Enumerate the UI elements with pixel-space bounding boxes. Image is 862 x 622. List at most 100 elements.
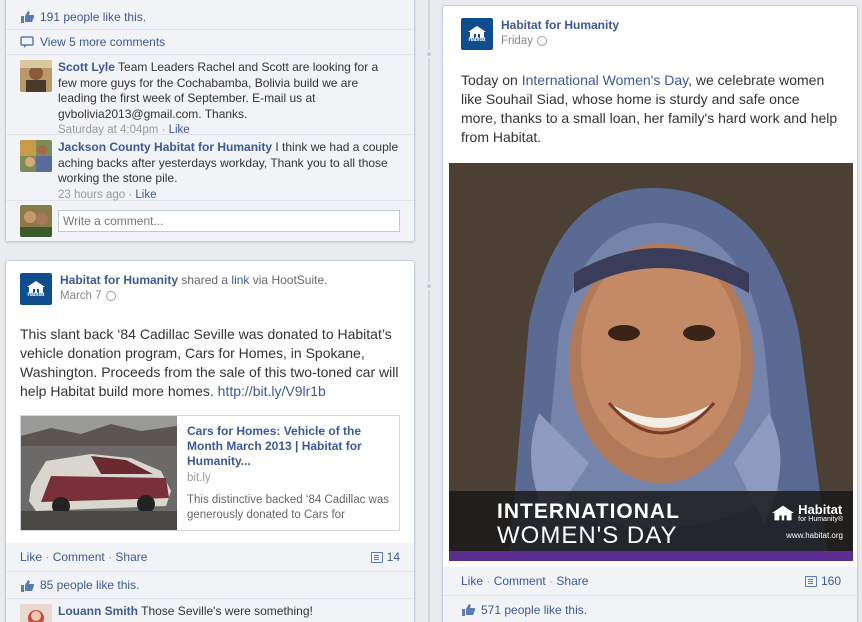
comment-item: Scott Lyle Team Leaders Rachel and Scott… xyxy=(6,54,414,136)
womens-day-banner: INTERNATIONAL WOMEN'S DAY xyxy=(497,501,680,549)
view-more-row[interactable]: View 5 more comments xyxy=(6,29,414,54)
comment-button[interactable]: Comment xyxy=(53,550,105,564)
likes-row: 191 people like this. xyxy=(6,0,414,29)
likes-count-link[interactable]: 191 people like this. xyxy=(40,10,146,24)
post-header: Habitat Habitat for Humanity shared a li… xyxy=(6,261,414,305)
link-preview-text: Cars for Homes: Vehicle of the Month Mar… xyxy=(177,416,399,530)
via-text: via HootSuite. xyxy=(252,273,328,287)
avatar[interactable] xyxy=(20,60,52,92)
thumbs-up-icon xyxy=(21,579,34,592)
sep: · xyxy=(549,574,554,588)
comment-count[interactable]: 14 xyxy=(370,550,400,564)
comment-item: Louann Smith Those Seville's were someth… xyxy=(6,598,414,622)
post-actions: Like · Comment · Share 14 xyxy=(6,543,414,571)
comment-body: Scott Lyle Team Leaders Rachel and Scott… xyxy=(58,60,400,136)
post-date[interactable]: March 7 xyxy=(60,290,102,302)
avatar[interactable] xyxy=(20,140,52,172)
post-date[interactable]: Friday xyxy=(501,35,533,47)
like-button[interactable]: Like xyxy=(20,550,42,564)
share-button[interactable]: Share xyxy=(556,574,588,588)
link-preview-domain: bit.ly xyxy=(187,472,211,484)
house-icon xyxy=(468,25,486,38)
comment-count-icon xyxy=(370,551,383,563)
action-links: Like · Comment · Share xyxy=(461,574,588,588)
comment-body: Louann Smith Those Seville's were someth… xyxy=(58,604,313,622)
logo-text: Habitat xyxy=(27,291,45,298)
share-button[interactable]: Share xyxy=(115,550,147,564)
like-button[interactable]: Like xyxy=(461,574,483,588)
post-header-text: Habitat for Humanity Friday xyxy=(501,18,619,50)
thumbs-up-icon xyxy=(21,11,34,23)
view-more-comments-link[interactable]: View 5 more comments xyxy=(40,35,165,49)
commenter-name[interactable]: Scott Lyle xyxy=(58,60,115,74)
link-preview-desc: This distinctive backed ‘84 Cadillac was… xyxy=(187,494,389,521)
ufi-section: Like · Comment · Share 160 571 people li… xyxy=(443,567,857,622)
likes-count-link[interactable]: 85 people like this. xyxy=(40,578,139,592)
link-preview-title[interactable]: Cars for Homes: Vehicle of the Month Mar… xyxy=(187,424,389,469)
post-actions: Like · Comment · Share 160 xyxy=(443,567,857,595)
banner-line2: WOMEN'S DAY xyxy=(497,522,678,549)
sep: · xyxy=(486,574,491,588)
comment-meta: 23 hours ago · Like xyxy=(58,188,157,201)
post-photo[interactable]: INTERNATIONAL WOMEN'S DAY Habitat for Hu… xyxy=(449,163,853,561)
comment-button[interactable]: Comment xyxy=(494,574,546,588)
post-card-cadillac: Habitat Habitat for Humanity shared a li… xyxy=(5,260,415,622)
house-icon xyxy=(27,280,45,293)
brand-url: www.habitat.org xyxy=(786,531,843,540)
globe-icon xyxy=(536,36,547,46)
post-card-previous: 191 people like this. View 5 more commen… xyxy=(5,0,415,242)
page-name-link[interactable]: Habitat for Humanity xyxy=(501,18,619,32)
sep: · xyxy=(45,550,50,564)
comment-body: Jackson County Habitat for Humanity I th… xyxy=(58,140,400,201)
post-card-womens-day: Habitat Habitat for Humanity Friday Toda… xyxy=(442,5,858,622)
globe-icon xyxy=(105,291,116,301)
timeline-spine xyxy=(428,0,430,622)
post-meta: Friday xyxy=(501,35,619,47)
post-body-pre: Today on xyxy=(461,72,522,88)
habitat-logo-icon[interactable]: Habitat xyxy=(20,273,52,305)
post-header: Habitat Habitat for Humanity Friday xyxy=(443,6,857,50)
ufi-section: Like · Comment · Share 14 85 people like… xyxy=(6,543,414,622)
comment-count-value: 14 xyxy=(386,550,400,564)
post-body-text: This slant back ‘84 Cadillac Seville was… xyxy=(20,326,399,399)
avatar[interactable] xyxy=(20,604,52,622)
car-image[interactable] xyxy=(21,416,177,530)
link-preview[interactable]: Cars for Homes: Vehicle of the Month Mar… xyxy=(20,415,400,531)
comment-meta: Saturday at 4:04pm · Like xyxy=(58,124,190,136)
comment-time[interactable]: 23 hours ago xyxy=(58,189,125,201)
brand-name: Habitat xyxy=(798,502,843,517)
comment-icon xyxy=(20,35,34,48)
commenter-name[interactable]: Jackson County Habitat for Humanity xyxy=(58,140,272,154)
timeline-dot xyxy=(425,50,433,58)
post-body: This slant back ‘84 Cadillac Seville was… xyxy=(6,325,414,401)
likes-row: 571 people like this. xyxy=(443,595,857,622)
avatar xyxy=(20,204,52,237)
post-body: Today on International Women's Day, we c… xyxy=(443,71,857,147)
shared-text: shared a xyxy=(181,273,229,287)
post-body-link[interactable]: International Women's Day xyxy=(522,72,688,88)
comment-item: Jackson County Habitat for Humanity I th… xyxy=(6,134,414,201)
likes-row: 85 people like this. xyxy=(6,571,414,598)
write-comment-row xyxy=(6,200,414,240)
ufi-section: 191 people like this. View 5 more commen… xyxy=(6,0,414,241)
sep: · xyxy=(108,550,113,564)
comment-input[interactable] xyxy=(58,209,400,232)
banner-line1: INTERNATIONAL xyxy=(497,500,680,523)
comment-like-link[interactable]: Like xyxy=(135,189,156,201)
habitat-house-icon xyxy=(772,505,795,521)
comment-count[interactable]: 160 xyxy=(804,574,841,588)
comment-time[interactable]: Saturday at 4:04pm xyxy=(58,124,158,136)
page-name-link[interactable]: Habitat for Humanity xyxy=(60,273,178,287)
post-header-text: Habitat for Humanity shared a link via H… xyxy=(60,273,327,305)
post-body-link[interactable]: http://bit.ly/V9lr1b xyxy=(218,383,326,399)
comment-like-link[interactable]: Like xyxy=(169,124,190,136)
comment-count-value: 160 xyxy=(820,574,841,588)
thumbs-up-icon xyxy=(462,604,475,616)
likes-count-link[interactable]: 571 people like this. xyxy=(481,603,587,617)
commenter-name[interactable]: Louann Smith xyxy=(58,604,138,618)
post-meta: March 7 xyxy=(60,290,327,302)
timeline-dot xyxy=(425,282,433,290)
habitat-logo-icon[interactable]: Habitat xyxy=(461,18,493,50)
habitat-brand: Habitat for Humanity® www.habitat.org xyxy=(772,503,843,540)
link-word[interactable]: link xyxy=(231,273,249,287)
